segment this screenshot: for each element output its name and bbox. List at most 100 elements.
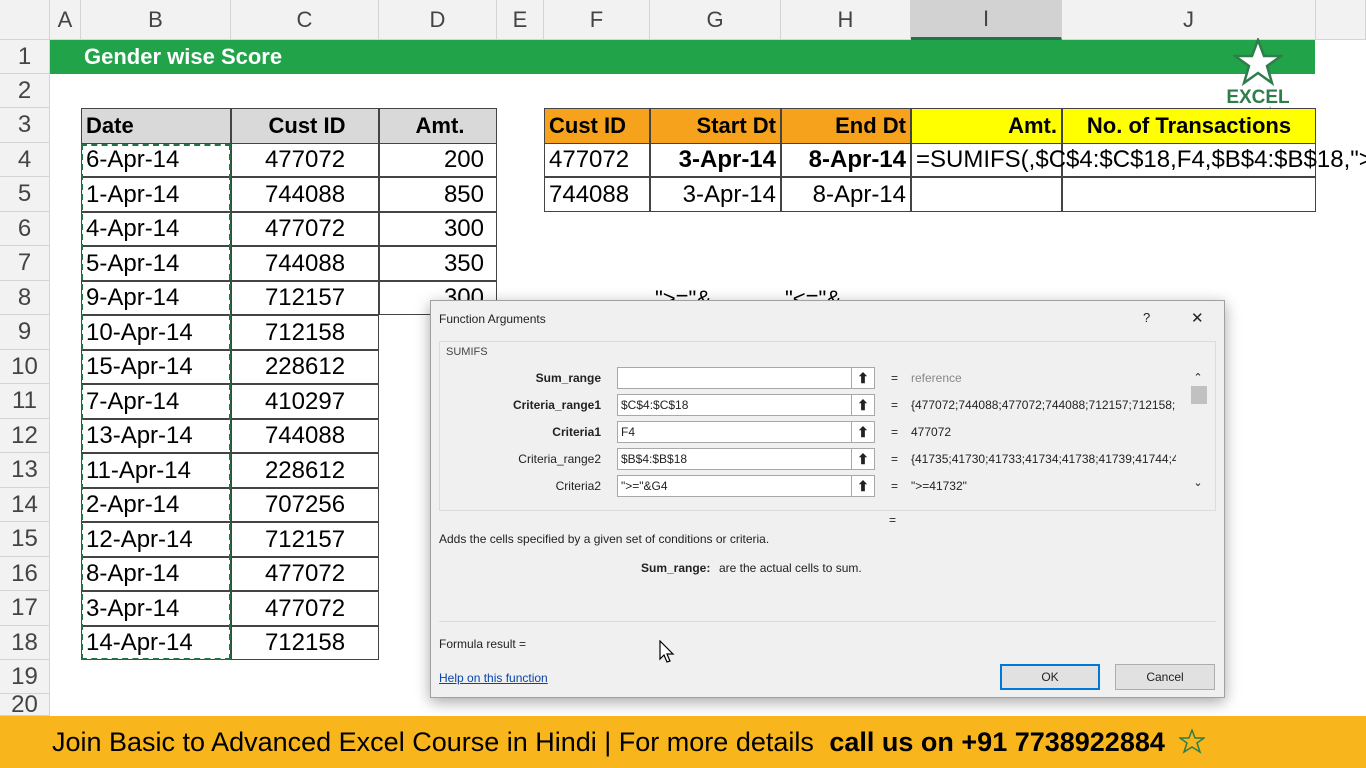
summary-cell[interactable]: 3-Apr-14: [650, 177, 781, 212]
help-on-function-link[interactable]: Help on this function: [439, 671, 548, 685]
collapse-dialog-icon[interactable]: ⬆: [851, 448, 875, 470]
table-cell[interactable]: 744088: [231, 419, 379, 453]
row-header[interactable]: 20: [0, 691, 50, 718]
scroll-down-icon[interactable]: ⌄: [1191, 476, 1205, 489]
table-cell[interactable]: 477072: [231, 591, 379, 626]
excel-superstar-logo: EXCEL superstar: [1218, 36, 1298, 118]
row-header[interactable]: 16: [0, 557, 50, 591]
sheet-title: Gender wise Score: [84, 44, 283, 69]
arg-input[interactable]: ">="&G4: [617, 475, 855, 497]
table-cell[interactable]: 228612: [231, 350, 379, 384]
row-header[interactable]: 12: [0, 419, 50, 453]
arg-help-label: Sum_range:: [641, 561, 711, 575]
cancel-button[interactable]: Cancel: [1115, 664, 1215, 690]
summary-cell[interactable]: 477072: [544, 143, 650, 177]
column-header-e[interactable]: E: [497, 0, 544, 40]
row-header[interactable]: 2: [0, 74, 50, 108]
select-all-corner[interactable]: [0, 0, 50, 40]
table-cell[interactable]: 712158: [231, 315, 379, 350]
column-header-k[interactable]: [1316, 0, 1366, 40]
args-scrollbar[interactable]: ⌃ ⌄: [1191, 371, 1207, 491]
dialog-divider: [439, 621, 1216, 622]
arg-label: Sum_range: [535, 371, 601, 385]
scroll-thumb[interactable]: [1191, 386, 1207, 404]
table-cell[interactable]: 477072: [231, 212, 379, 246]
summary-cell[interactable]: 8-Apr-14: [781, 143, 911, 177]
column-header-j[interactable]: J: [1062, 0, 1316, 40]
formula-result-label: Formula result =: [439, 637, 527, 651]
table-cell[interactable]: 707256: [231, 488, 379, 522]
row-header[interactable]: 4: [0, 143, 50, 177]
table-cell[interactable]: 744088: [231, 177, 379, 212]
arg-input[interactable]: [617, 367, 855, 389]
collapse-dialog-icon[interactable]: ⬆: [851, 421, 875, 443]
table-cell[interactable]: 200: [379, 143, 497, 177]
close-icon[interactable]: ✕: [1191, 309, 1204, 327]
row-header[interactable]: 17: [0, 591, 50, 626]
row-header[interactable]: 1: [0, 40, 50, 74]
arg-input[interactable]: $C$4:$C$18: [617, 394, 855, 416]
data-table-header: Amt.: [379, 108, 497, 144]
collapse-dialog-icon[interactable]: ⬆: [851, 475, 875, 497]
row-header[interactable]: 14: [0, 488, 50, 522]
summary-cell[interactable]: =SUMIFS(,$C$4:$C$18,F4,$B$4:$B$18,">=: [911, 143, 1366, 177]
ok-button[interactable]: OK: [1000, 664, 1100, 690]
table-cell[interactable]: 850: [379, 177, 497, 212]
column-header-d[interactable]: D: [379, 0, 497, 40]
table-cell[interactable]: 712158: [231, 626, 379, 660]
function-description: Adds the cells specified by a given set …: [439, 532, 770, 546]
arg-help-text: are the actual cells to sum.: [719, 561, 862, 575]
row-header[interactable]: 8: [0, 281, 50, 315]
summary-cell[interactable]: 8-Apr-14: [781, 177, 911, 212]
row-header[interactable]: 9: [0, 315, 50, 350]
summary-header: No. of Transactions: [1062, 108, 1316, 144]
row-header[interactable]: 11: [0, 384, 50, 419]
column-header-h[interactable]: H: [781, 0, 911, 40]
column-header-c[interactable]: C: [231, 0, 379, 40]
table-cell[interactable]: 712157: [231, 281, 379, 315]
column-header-f[interactable]: F: [544, 0, 650, 40]
summary-cell[interactable]: 744088: [544, 177, 650, 212]
table-cell[interactable]: 744088: [231, 246, 379, 281]
arg-equals: =: [891, 452, 899, 466]
table-cell[interactable]: 477072: [231, 557, 379, 591]
function-arguments-dialog[interactable]: Function Arguments ? ✕ SUMIFS ⌃ ⌄ = Adds…: [430, 300, 1225, 698]
table-cell[interactable]: 300: [379, 212, 497, 246]
row-header[interactable]: 5: [0, 177, 50, 212]
row-header[interactable]: 6: [0, 212, 50, 246]
summary-cell[interactable]: [911, 177, 1062, 212]
table-cell[interactable]: 712157: [231, 522, 379, 557]
arg-equals: =: [891, 371, 899, 385]
row-header[interactable]: 7: [0, 246, 50, 281]
row-header[interactable]: 3: [0, 108, 50, 143]
table-cell[interactable]: 228612: [231, 453, 379, 488]
table-cell[interactable]: 410297: [231, 384, 379, 419]
banner-logo-icon: [1178, 729, 1205, 754]
dialog-title: Function Arguments: [439, 312, 546, 326]
column-header-i[interactable]: I: [911, 0, 1062, 40]
scroll-up-icon[interactable]: ⌃: [1191, 371, 1205, 384]
column-header-g[interactable]: G: [650, 0, 781, 40]
help-icon[interactable]: ?: [1143, 310, 1150, 325]
row-header[interactable]: 18: [0, 626, 50, 660]
banner-text: Join Basic to Advanced Excel Course in H…: [52, 726, 822, 757]
copy-selection-marquee: [81, 144, 231, 660]
table-cell[interactable]: 477072: [231, 143, 379, 177]
row-header[interactable]: 15: [0, 522, 50, 557]
row-header[interactable]: 13: [0, 453, 50, 488]
banner-phone: call us on +91 7738922884: [829, 726, 1165, 757]
summary-cell[interactable]: [1062, 177, 1316, 212]
column-header-a[interactable]: A: [50, 0, 81, 40]
summary-cell[interactable]: 3-Apr-14: [650, 143, 781, 177]
collapse-dialog-icon[interactable]: ⬆: [851, 367, 875, 389]
arg-input[interactable]: F4: [617, 421, 855, 443]
row-header[interactable]: 10: [0, 350, 50, 384]
arg-input[interactable]: $B$4:$B$18: [617, 448, 855, 470]
data-table-header: Cust ID: [231, 108, 379, 144]
column-header-b[interactable]: B: [81, 0, 231, 40]
row-header[interactable]: 19: [0, 660, 50, 694]
table-cell[interactable]: 350: [379, 246, 497, 281]
collapse-dialog-icon[interactable]: ⬆: [851, 394, 875, 416]
arg-label: Criteria2: [555, 479, 601, 493]
arg-result: 477072: [911, 425, 952, 439]
